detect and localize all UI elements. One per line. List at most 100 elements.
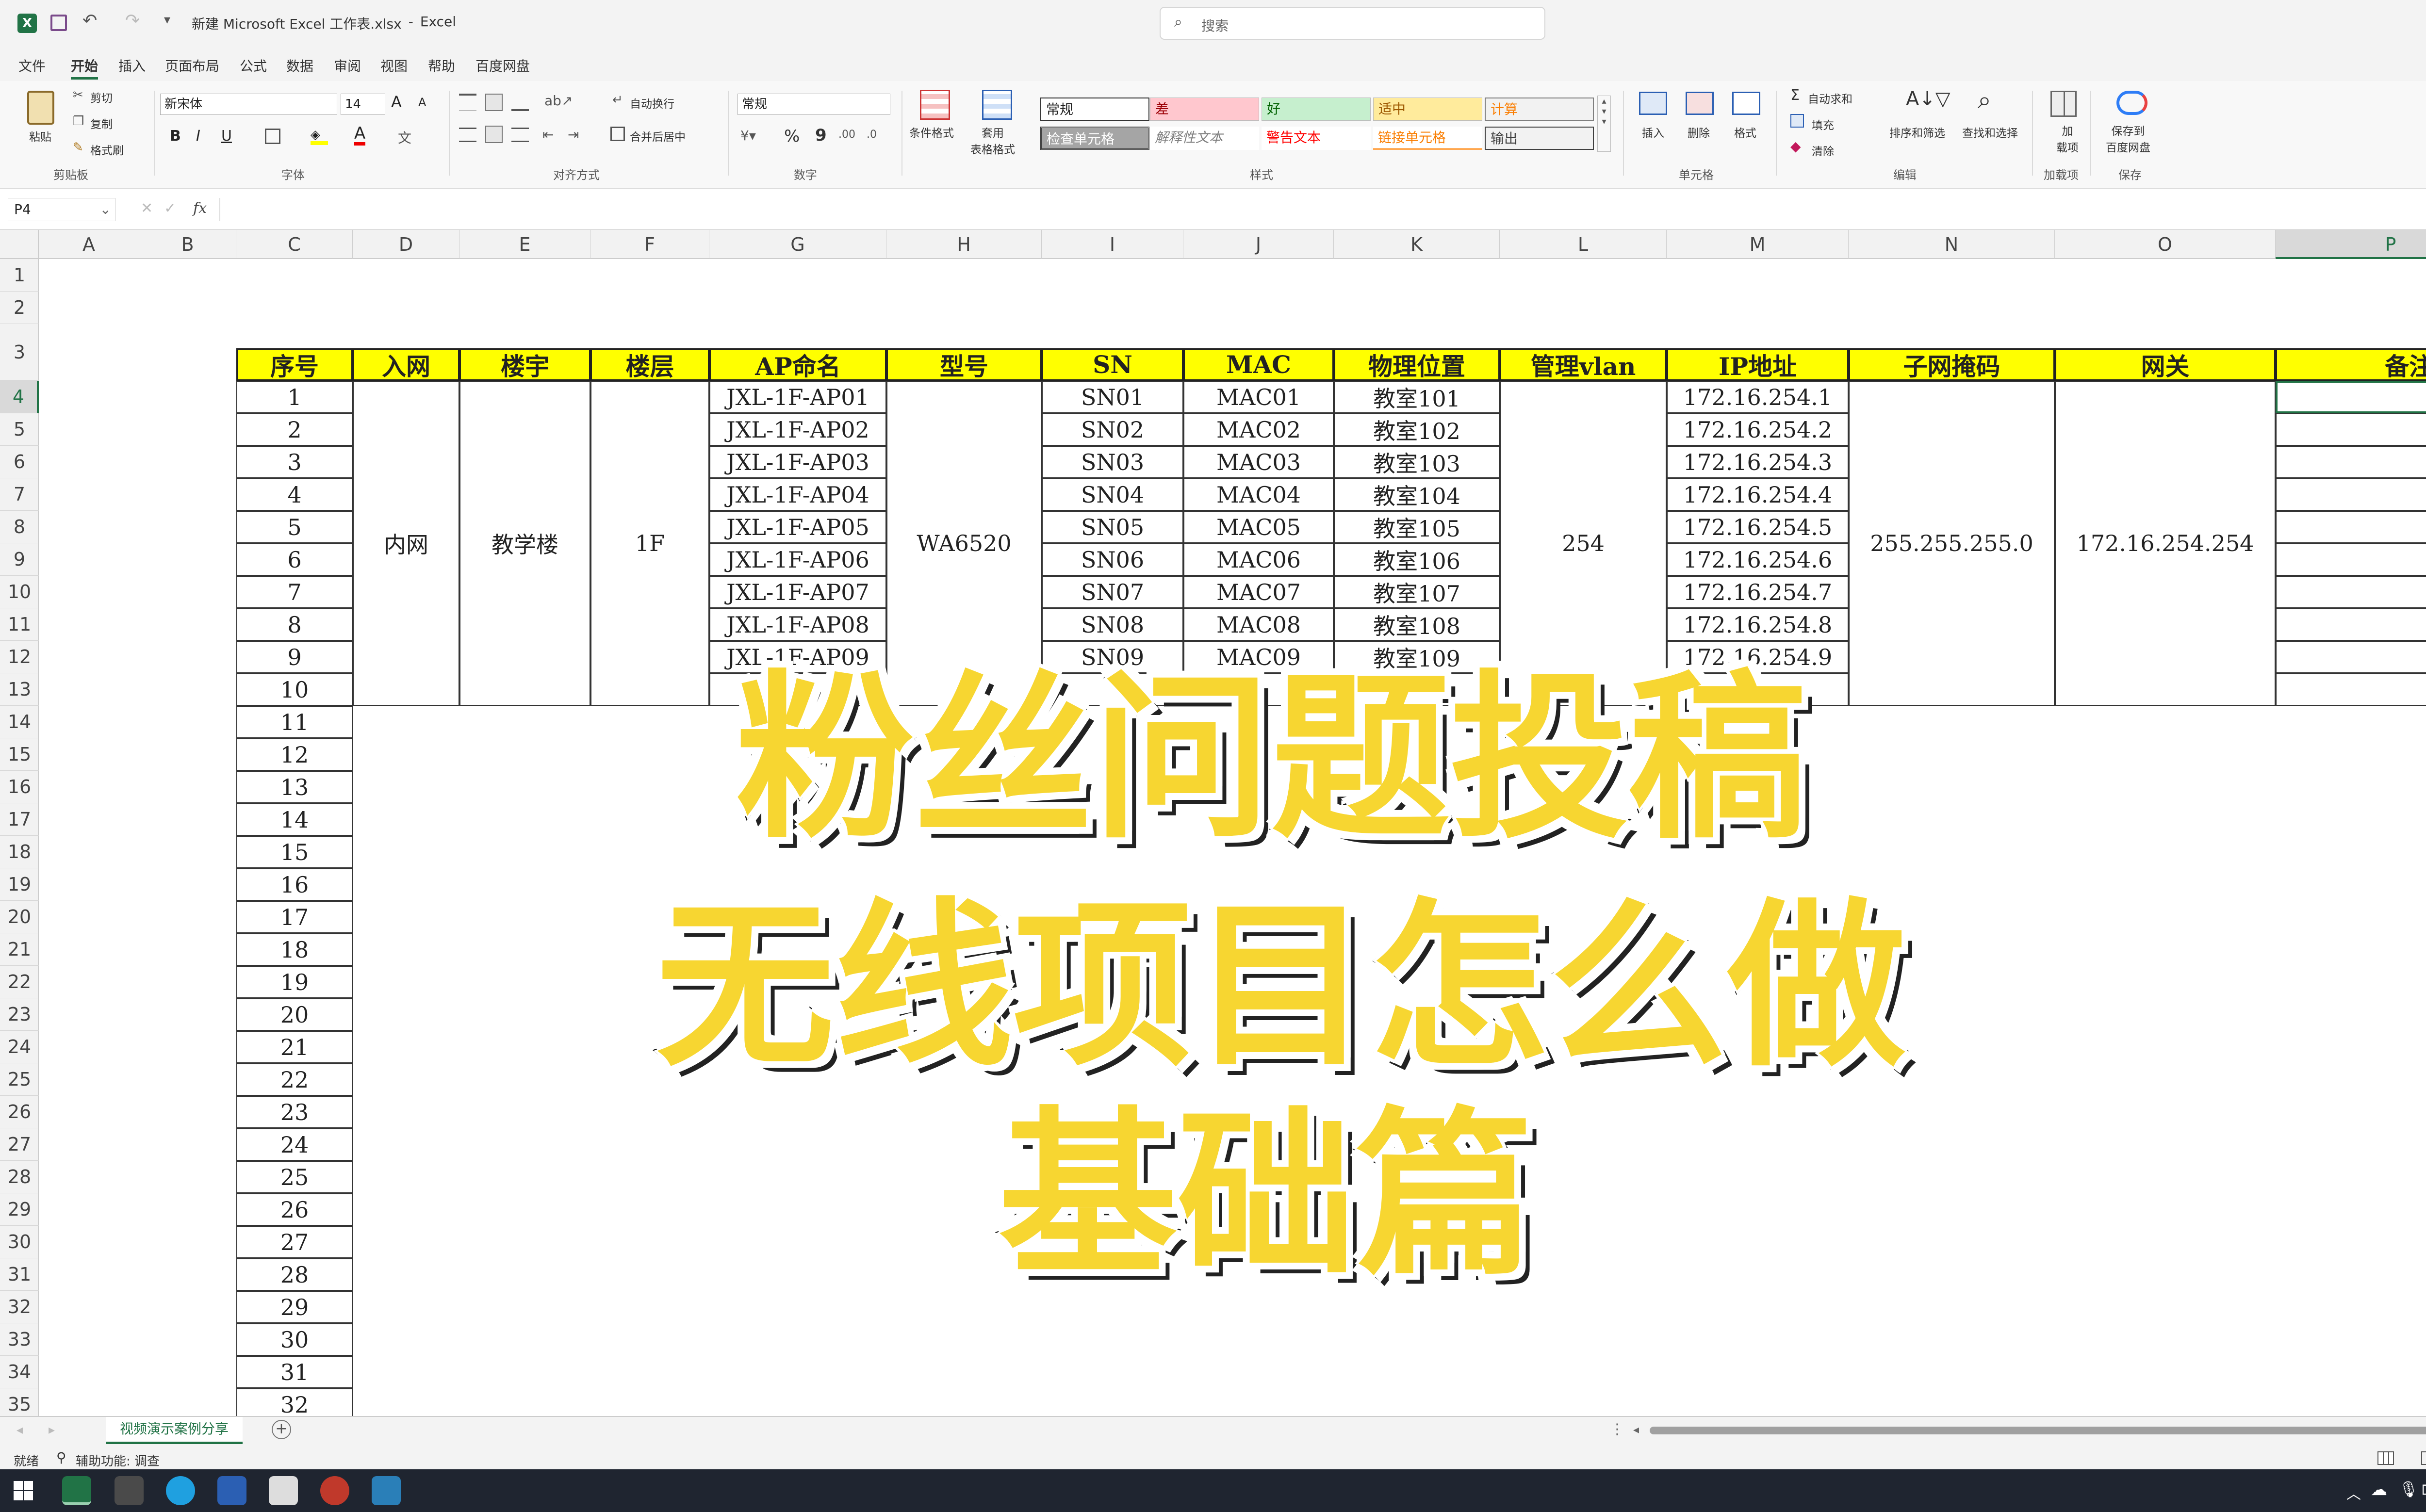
number-format-select[interactable]: 常规 — [738, 94, 890, 115]
table-row-cell[interactable]: MAC04 — [1183, 478, 1334, 511]
table-header-cell[interactable]: 楼宇 — [459, 348, 590, 381]
style-calculation[interactable]: 计算 — [1485, 98, 1594, 121]
row-header[interactable]: 13 — [0, 673, 39, 706]
sort-filter-button[interactable]: 排序和筛选 — [1889, 124, 1945, 140]
insert-cells-button[interactable]: 插入 — [1642, 124, 1664, 140]
row-header[interactable]: 2 — [0, 292, 39, 324]
row-header[interactable]: 7 — [0, 478, 39, 511]
sheet-nav-next-icon[interactable]: ▸ — [49, 1423, 55, 1437]
merge-center-button[interactable]: 合并后居中 — [630, 128, 686, 144]
table-row-cell[interactable]: 教室106 — [1334, 543, 1500, 576]
cut-button[interactable]: 剪切 — [90, 89, 113, 105]
merged-cell[interactable]: 1F — [590, 381, 709, 706]
table-row-seq[interactable]: 29 — [236, 1291, 353, 1323]
save-to-baidu-button[interactable]: 保存到 百度网盘 — [2106, 122, 2150, 155]
tab-review[interactable]: 审阅 — [334, 56, 361, 75]
selected-cell-p4[interactable] — [2276, 381, 2426, 413]
column-header-e[interactable]: E — [459, 230, 590, 259]
table-row-cell[interactable]: 172.16.254.8 — [1667, 608, 1849, 641]
table-row-cell[interactable]: SN02 — [1042, 413, 1183, 446]
table-row-seq[interactable]: 30 — [236, 1323, 353, 1356]
decimal-decrease-icon[interactable]: .0 — [867, 129, 877, 141]
table-row-cell[interactable]: MAC06 — [1183, 543, 1334, 576]
row-header[interactable]: 18 — [0, 836, 39, 868]
table-header-cell[interactable]: 备注 — [2276, 348, 2426, 381]
column-header-j[interactable]: J — [1183, 230, 1334, 259]
formula-input[interactable] — [219, 198, 2426, 221]
row-header[interactable]: 6 — [0, 446, 39, 478]
accessibility-status[interactable]: 辅助功能: 调查 — [76, 1451, 160, 1469]
row-header[interactable]: 12 — [0, 641, 39, 673]
add-ins-button[interactable]: 加 载项 — [2056, 122, 2079, 155]
column-header-l[interactable]: L — [1500, 230, 1667, 259]
row-header[interactable]: 5 — [0, 413, 39, 446]
table-row-cell[interactable]: 教室101 — [1334, 381, 1500, 413]
row-header[interactable]: 27 — [0, 1128, 39, 1161]
redo-icon[interactable]: ↷ — [125, 11, 140, 31]
align-left-icon[interactable] — [459, 128, 476, 142]
row-header[interactable]: 8 — [0, 511, 39, 543]
row-header[interactable]: 29 — [0, 1193, 39, 1226]
align-top-icon[interactable] — [459, 94, 476, 111]
row-header[interactable]: 31 — [0, 1258, 39, 1291]
table-row-cell[interactable]: SN04 — [1042, 478, 1183, 511]
clear-button[interactable]: 清除 — [1812, 142, 1834, 159]
tab-data[interactable]: 数据 — [286, 56, 313, 75]
add-sheet-icon[interactable]: + — [272, 1420, 291, 1439]
table-row-seq[interactable]: 32 — [236, 1388, 353, 1416]
row-header[interactable]: 3 — [0, 324, 39, 381]
row-header[interactable]: 4 — [0, 381, 39, 413]
table-row-seq[interactable]: 2 — [236, 413, 353, 446]
table-row-seq[interactable]: 22 — [236, 1063, 353, 1096]
table-header-cell[interactable]: 楼层 — [590, 348, 709, 381]
select-all-corner[interactable] — [0, 230, 39, 259]
table-row-cell[interactable]: JXL-1F-AP03 — [709, 446, 886, 478]
explorer-taskbar-icon[interactable] — [269, 1476, 298, 1505]
table-row-seq[interactable]: 5 — [236, 511, 353, 543]
table-row-cell[interactable]: JXL-1F-AP07 — [709, 576, 886, 608]
table-row-seq[interactable]: 4 — [236, 478, 353, 511]
table-row-seq[interactable]: 10 — [236, 673, 353, 706]
tab-formulas[interactable]: 公式 — [240, 56, 267, 75]
underline-button[interactable]: U — [221, 128, 232, 145]
undo-icon[interactable]: ↶ — [82, 11, 97, 31]
table-row-cell[interactable]: JXL-1F-AP08 — [709, 608, 886, 641]
comma-button[interactable]: 9 — [815, 126, 827, 145]
table-row-cell[interactable]: MAC07 — [1183, 576, 1334, 608]
tab-view[interactable]: 视图 — [380, 56, 408, 75]
table-row-cell[interactable]: JXL-1F-AP04 — [709, 478, 886, 511]
format-painter-button[interactable]: 格式刷 — [90, 141, 124, 158]
tab-insert[interactable]: 插入 — [118, 56, 146, 75]
table-row-note[interactable] — [2276, 543, 2426, 576]
style-output[interactable]: 输出 — [1485, 127, 1594, 150]
italic-button[interactable]: I — [196, 128, 200, 145]
table-row-seq[interactable]: 21 — [236, 1031, 353, 1063]
app-taskbar-icon[interactable] — [372, 1476, 401, 1505]
microphone-icon[interactable]: 🎙 — [2399, 1480, 2419, 1498]
table-row-seq[interactable]: 11 — [236, 706, 353, 738]
font-color-icon[interactable]: A — [354, 125, 366, 146]
style-bad[interactable]: 差 — [1150, 98, 1259, 121]
table-row-seq[interactable]: 9 — [236, 641, 353, 673]
style-warning[interactable]: 警告文本 — [1262, 127, 1371, 150]
search-box[interactable]: ⌕ 搜索 — [1160, 7, 1545, 40]
horizontal-scrollbar[interactable] — [1650, 1427, 2426, 1434]
table-row-cell[interactable]: SN06 — [1042, 543, 1183, 576]
table-row-cell[interactable]: MAC01 — [1183, 381, 1334, 413]
fill-color-icon[interactable]: ◈ — [311, 128, 328, 145]
table-row-seq[interactable]: 6 — [236, 543, 353, 576]
table-row-seq[interactable]: 27 — [236, 1226, 353, 1258]
table-header-cell[interactable]: IP地址 — [1667, 348, 1849, 381]
table-row-seq[interactable]: 12 — [236, 738, 353, 771]
bold-button[interactable]: B — [170, 128, 181, 145]
align-bottom-icon[interactable] — [511, 94, 529, 111]
more-options-icon[interactable]: ⋮ — [1610, 1421, 1624, 1438]
font-size-select[interactable]: 14 — [341, 94, 385, 115]
table-row-note[interactable] — [2276, 641, 2426, 673]
style-check-cell[interactable]: 检查单元格 — [1040, 127, 1149, 150]
page-layout-view-icon[interactable] — [2421, 1451, 2426, 1465]
scroll-left-icon[interactable]: ◂ — [1633, 1423, 1639, 1436]
edge-taskbar-icon[interactable] — [166, 1476, 195, 1505]
table-header-cell[interactable]: MAC — [1183, 348, 1334, 381]
font-name-select[interactable]: 新宋体 — [160, 94, 337, 115]
